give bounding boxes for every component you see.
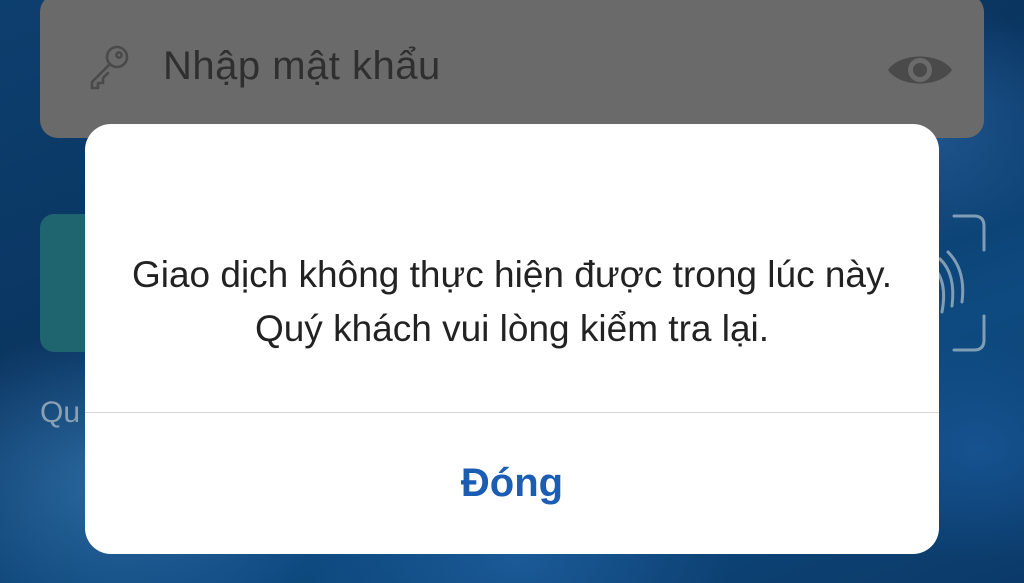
key-icon [90,45,129,90]
close-button[interactable]: Đóng [85,413,939,554]
password-input-placeholder[interactable]: Nhập mật khẩu [163,44,441,89]
dialog-message: Giao dịch không thực hiện được trong lúc… [131,254,893,349]
alert-dialog: Giao dịch không thực hiện được trong lúc… [85,124,939,554]
hint-text: Qu [40,396,81,429]
eye-icon[interactable] [886,46,954,94]
